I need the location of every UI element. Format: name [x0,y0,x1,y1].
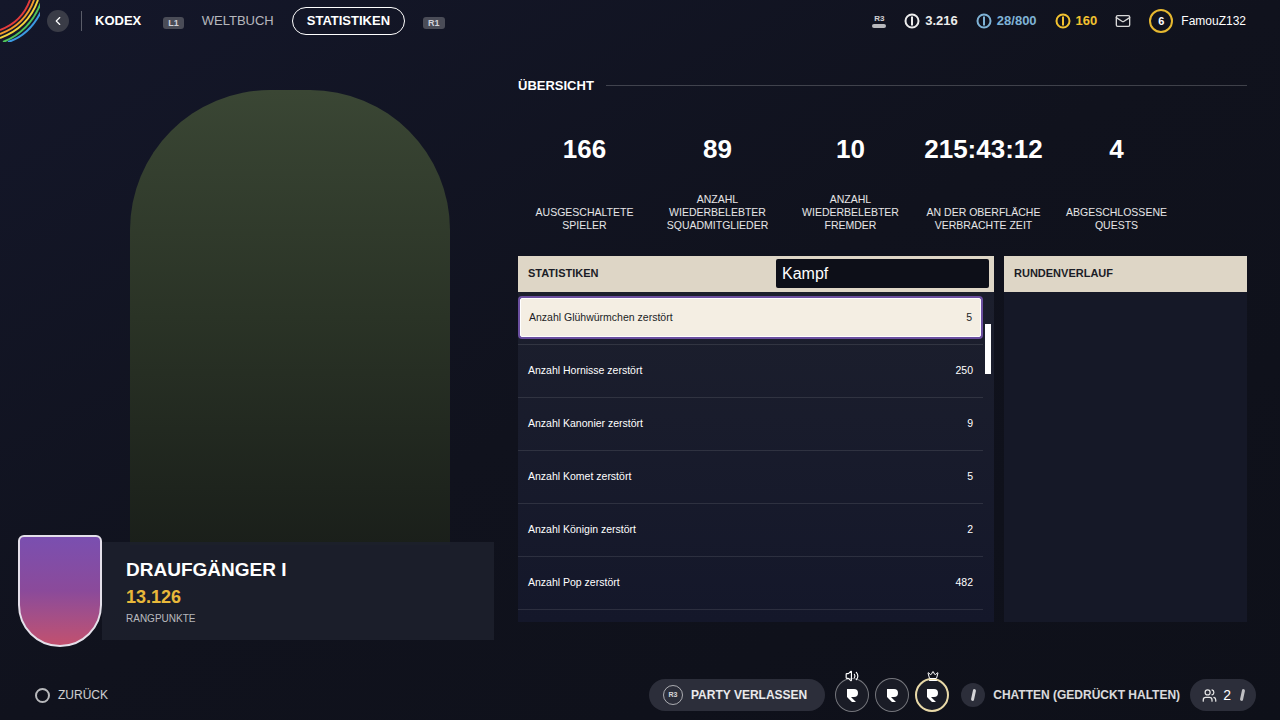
chat-stick-icon [961,683,985,707]
rank-points-label: RANGPUNKTE [126,611,494,626]
party-members [835,678,949,712]
row-value: 250 [955,363,973,379]
bottom-bar: ZURÜCKR3PARTY VERLASSEN CHATTEN (GEDRÜCKT… [0,670,1280,720]
overview-stat: 215:43:12 AN DER OBERFLÄCHE VERBRACHTE ZE… [917,134,1050,232]
stats-row[interactable]: Anzahl Pop zerstört 482 [518,557,983,610]
stat-value: 4 [1109,134,1123,164]
stats-row[interactable]: Anzahl Komet zerstört 5 [518,451,983,504]
row-label: Anzahl Glühwürmchen zerstört [529,310,673,326]
stats-panel-header: STATISTIKEN Kampf [518,256,994,292]
people-icon [1202,688,1217,703]
rank-emblem [18,535,102,647]
section-title: KODEX [95,11,141,31]
stats-row[interactable]: Anzahl Kanonier zerstört 9 [518,398,983,451]
currency-icon [904,13,920,29]
panels: STATISTIKEN Kampf Anzahl Glühwürmchen zers… [518,256,1247,622]
scrollbar[interactable] [985,292,991,622]
row-value: 9 [967,416,973,432]
rank-points: 13.126 [126,584,494,611]
overview-header: ÜBERSICHT [518,76,1247,96]
party-key: R3 [663,685,683,705]
currency: 3.216 [904,11,958,31]
row-value: 5 [966,310,972,326]
divider [81,11,82,31]
statistics-screen: KODEX L1 WELTBUCH STATISTIKEN R1 R3 3.216 28/80… [0,0,1280,720]
stat-value: 215:43:12 [924,134,1043,164]
stat-value: 10 [836,134,865,164]
topbar-right: R3 3.216 28/800 160 6 FamouZ132 [872,9,1280,33]
next-key-badge: R1 [423,17,445,29]
character-column: DRAUFGÄNGER I13.126RANGPUNKTE [0,42,500,670]
history-panel-title: RUNDENVERLAUF [1014,265,1113,282]
row-label: Anzahl Königin zerstört [528,522,636,538]
overview-stat: 4 ABGESCHLOSSENE QUESTS [1050,134,1183,232]
overview-stat: 10 ANZAHL WIEDERBELEBTER FREMDER [784,134,917,232]
raider-logo-icon [882,685,902,705]
history-list [1004,292,1247,622]
stat-value: 89 [703,134,732,164]
stats-row[interactable]: Anzahl Glühwürmchen zerstört 5 [518,292,983,345]
rank-title: DRAUFGÄNGER I [126,556,494,585]
stat-label: ANZAHL WIEDERBELEBTER SQUADMITGLIEDER [657,193,779,232]
filter-dropdown[interactable]: Kampf [776,259,989,288]
stat-label: AUSGESCHALTETE SPIELER [524,206,646,232]
overview-title: ÜBERSICHT [518,76,594,96]
stat-label: AN DER OBERFLÄCHE VERBRACHTE ZEIT [923,206,1045,232]
currency-icon [1055,13,1071,29]
overview-stat: 166 AUSGESCHALTETE SPIELER [518,134,651,232]
stats-panel: STATISTIKEN Kampf Anzahl Glühwürmchen zers… [518,256,994,622]
prev-key-badge: L1 [163,17,184,29]
row-label: Anzahl Hornisse zerstört [528,363,642,379]
stat-label: ABGESCHLOSSENE QUESTS [1056,206,1178,232]
raider-logo-icon [842,685,862,705]
level-badge: 6 [1149,9,1173,33]
raider-logo-icon [922,685,942,705]
rainbow-stripes-icon [0,0,40,42]
back-button[interactable] [47,10,69,32]
crown-icon [927,670,939,682]
chat-hint[interactable]: CHATTEN (GEDRÜCKT HALTEN) [961,683,1180,707]
history-panel: RUNDENVERLAUF [1004,256,1247,622]
row-value: 482 [955,575,973,591]
rank-card: DRAUFGÄNGER I13.126RANGPUNKTE [18,535,500,647]
stats-panel-title: STATISTIKEN [528,265,598,282]
stats-column: ÜBERSICHT 166 AUSGESCHALTETE SPIELER 89 ANZA… [518,42,1247,670]
tab[interactable]: STATISTIKEN [292,7,405,35]
stats-list: Anzahl Glühwürmchen zerstört 5 Anzahl Horn… [518,292,994,622]
scrollbar-thumb[interactable] [985,324,991,374]
party-member[interactable] [875,678,909,712]
stats-row[interactable]: Anzahl Königin zerstört 2 [518,504,983,557]
stick-key: R3 [872,14,886,28]
chevron-left-icon [51,14,65,28]
leave-party-button[interactable]: R3PARTY VERLASSEN [649,679,825,711]
overview-stat: 89 ANZAHL WIEDERBELEBTER SQUADMITGLIEDER [651,134,784,232]
row-label: Anzahl Kanonier zerstört [528,416,643,432]
party-member[interactable] [835,678,869,712]
mail-icon[interactable] [1115,13,1131,29]
currency-icon [976,13,992,29]
tab[interactable]: WELTBUCH [202,11,274,31]
username: FamouZ132 [1181,12,1246,30]
row-label: Anzahl Komet zerstört [528,469,631,485]
character-render [130,90,450,545]
currency: 28/800 [976,11,1037,31]
row-label: Anzahl Pop zerstört [528,575,620,591]
currency: 160 [1055,11,1098,31]
top-bar: KODEX L1 WELTBUCH STATISTIKEN R1 R3 3.216 28/80… [0,0,1280,42]
back-hint[interactable]: ZURÜCK [35,686,649,704]
rank-info: DRAUFGÄNGER I13.126RANGPUNKTE [102,542,494,640]
overview-stats: 166 AUSGESCHALTETE SPIELER 89 ANZAHL WIEDER… [518,134,1247,232]
main: DRAUFGÄNGER I13.126RANGPUNKTE ÜBERSICHT 16… [0,42,1280,670]
circle-button-icon [35,688,50,703]
party-member[interactable] [915,678,949,712]
stat-value: 166 [563,134,606,164]
stat-label: ANZAHL WIEDERBELEBTER FREMDER [790,193,912,232]
speaker-icon [845,669,859,683]
party-size[interactable]: 2 [1190,679,1256,711]
row-value: 5 [967,469,973,485]
history-panel-header: RUNDENVERLAUF [1004,256,1247,292]
row-value: 2 [967,522,973,538]
player[interactable]: 6 FamouZ132 [1149,9,1246,33]
stats-row[interactable]: Anzahl Hornisse zerstört 250 [518,345,983,398]
